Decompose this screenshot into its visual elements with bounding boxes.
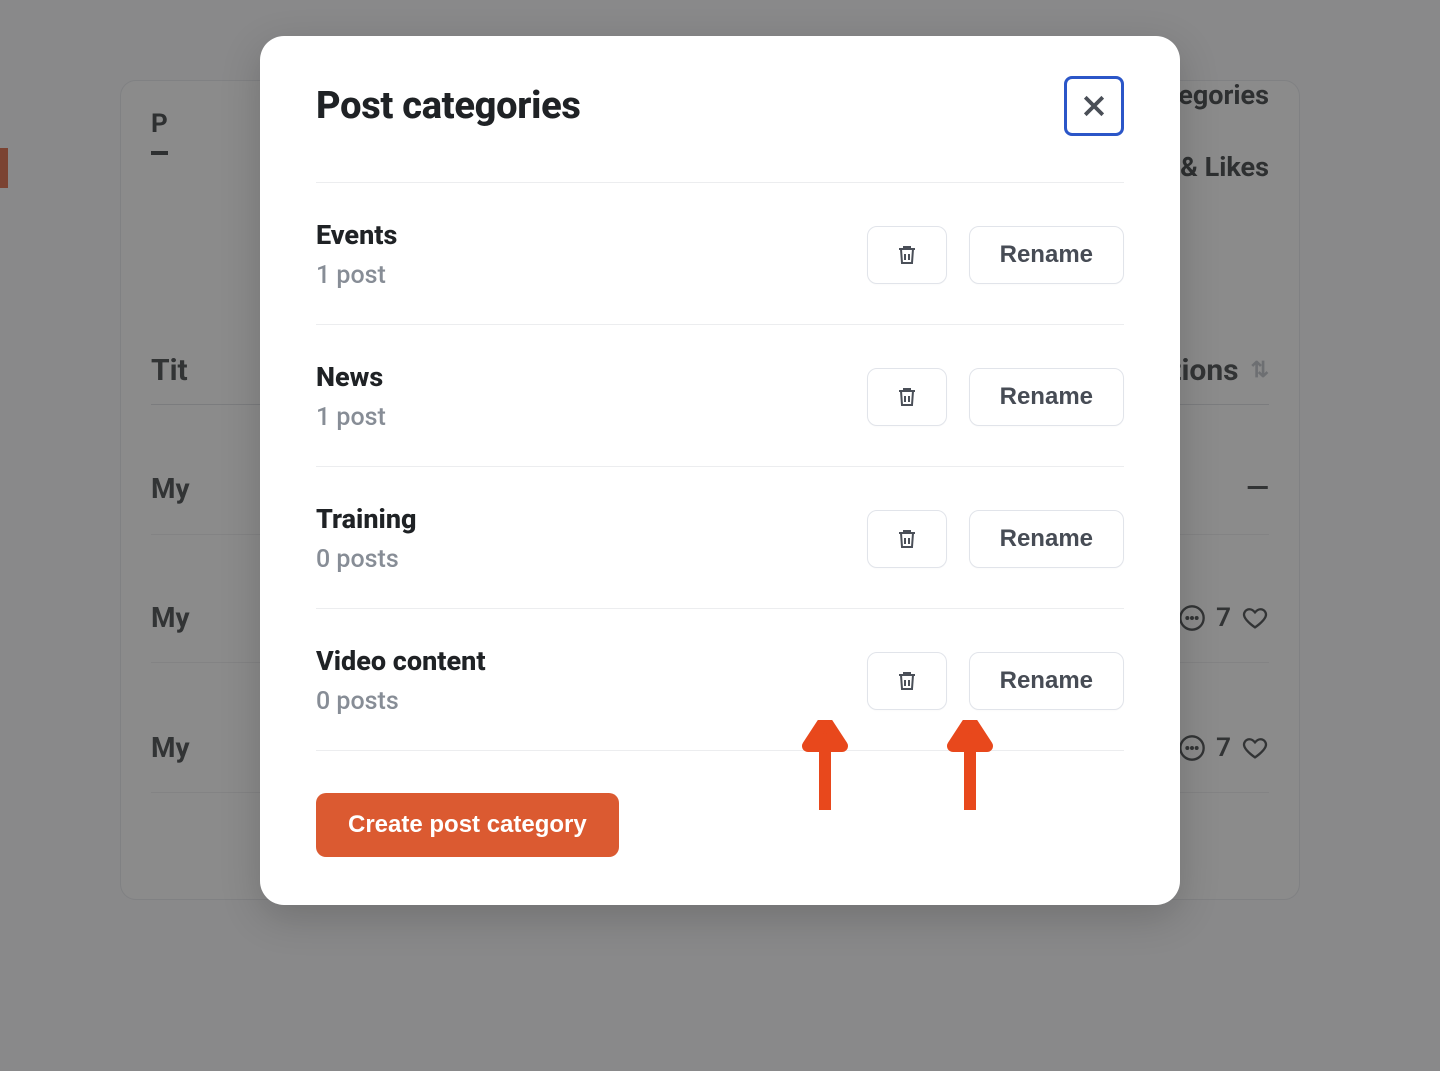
modal-title: Post categories [316,84,581,128]
modal-overlay[interactable]: Post categories Events 1 post Rename New… [0,0,1440,1071]
create-post-category-button[interactable]: Create post category [316,793,619,857]
trash-icon [895,527,919,551]
rename-button[interactable]: Rename [969,510,1124,568]
category-row-events: Events 1 post Rename [316,183,1124,325]
post-categories-modal: Post categories Events 1 post Rename New… [260,36,1180,905]
category-count: 1 post [316,261,397,290]
category-name: Training [316,503,416,535]
category-row-video-content: Video content 0 posts Rename [316,609,1124,751]
modal-header: Post categories [316,84,1124,183]
trash-icon [895,385,919,409]
category-count: 1 post [316,403,386,432]
rename-button[interactable]: Rename [969,226,1124,284]
delete-button[interactable] [867,510,947,568]
trash-icon [895,243,919,267]
rename-button[interactable]: Rename [969,368,1124,426]
category-count: 0 posts [316,545,416,574]
category-name: News [316,361,386,393]
close-icon [1079,91,1109,121]
category-name: Video content [316,645,486,677]
delete-button[interactable] [867,652,947,710]
category-row-news: News 1 post Rename [316,325,1124,467]
trash-icon [895,669,919,693]
delete-button[interactable] [867,368,947,426]
delete-button[interactable] [867,226,947,284]
category-row-training: Training 0 posts Rename [316,467,1124,609]
close-button[interactable] [1064,76,1124,136]
category-name: Events [316,219,397,251]
category-count: 0 posts [316,687,486,716]
rename-button[interactable]: Rename [969,652,1124,710]
